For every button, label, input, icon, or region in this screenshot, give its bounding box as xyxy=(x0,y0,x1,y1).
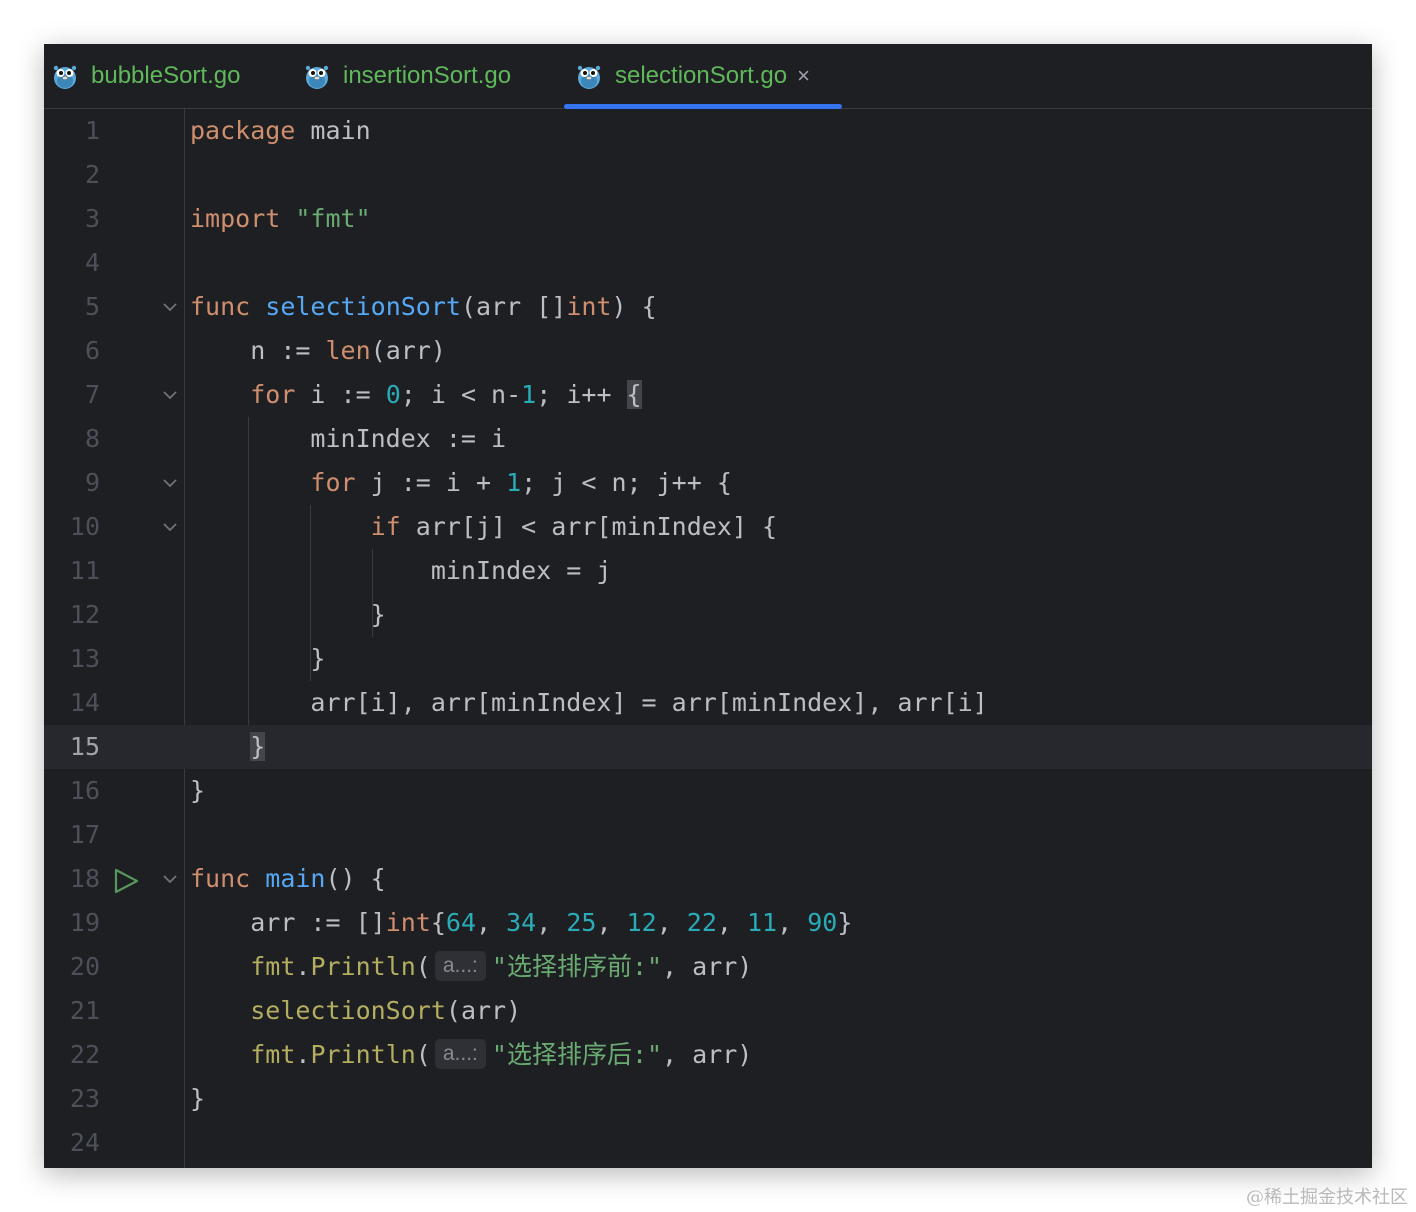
code-line: 17 xyxy=(44,813,1372,857)
line-number: 19 xyxy=(69,908,100,937)
matched-brace: } xyxy=(250,732,266,761)
code-text: for i := 0; i < n-1; i++ { xyxy=(250,380,642,409)
code-line: 22 fmt.Println(a...: "选择排序后:", arr) xyxy=(44,1033,1372,1077)
line-number: 22 xyxy=(69,1040,100,1069)
code-text: fmt.Println(a...: "选择排序后:", arr) xyxy=(250,1039,753,1069)
code-line: 9 for j := i + 1; j < n; j++ { xyxy=(44,461,1372,505)
code-line: 13 } xyxy=(44,637,1372,681)
line-number: 14 xyxy=(69,688,100,717)
matched-brace: { xyxy=(626,380,642,409)
line-number: 3 xyxy=(84,204,100,233)
code-line: 2 xyxy=(44,153,1372,197)
code-line: 18 func main() { xyxy=(44,857,1372,901)
parameter-hint: a...: xyxy=(434,951,486,981)
code-line: 24 xyxy=(44,1121,1372,1165)
code-text: } xyxy=(370,600,386,629)
code-editor[interactable]: 1 package main 2 3 import "fmt" 4 5 func… xyxy=(44,109,1372,1168)
code-line: 7 for i := 0; i < n-1; i++ { xyxy=(44,373,1372,417)
chevron-down-icon[interactable] xyxy=(162,285,178,329)
code-line: 20 fmt.Println(a...: "选择排序前:", arr) xyxy=(44,945,1372,989)
line-number: 16 xyxy=(69,776,100,805)
code-text: } xyxy=(310,644,326,673)
code-text: minIndex = j xyxy=(430,556,612,585)
tab-selectionsort[interactable]: selectionSort.go × xyxy=(576,44,810,108)
code-text: for j := i + 1; j < n; j++ { xyxy=(310,468,732,497)
line-number: 21 xyxy=(69,996,100,1025)
close-icon[interactable]: × xyxy=(797,63,810,89)
code-text: } xyxy=(190,1084,206,1113)
code-line: 16 } xyxy=(44,769,1372,813)
chevron-down-icon[interactable] xyxy=(162,461,178,505)
line-number: 13 xyxy=(69,644,100,673)
line-number: 10 xyxy=(69,512,100,541)
line-number: 9 xyxy=(84,468,100,497)
code-text: import "fmt" xyxy=(190,204,371,233)
code-line: 23 } xyxy=(44,1077,1372,1121)
code-text: func main() { xyxy=(190,864,386,893)
line-number: 5 xyxy=(84,292,100,321)
chevron-down-icon[interactable] xyxy=(162,373,178,417)
line-number: 20 xyxy=(69,952,100,981)
code-line: 12 } xyxy=(44,593,1372,637)
tab-bubblesort[interactable]: bubbleSort.go xyxy=(52,44,240,108)
line-number: 24 xyxy=(69,1128,100,1157)
line-number: 17 xyxy=(69,820,100,849)
line-number: 4 xyxy=(84,248,100,277)
code-line: 19 arr := []int{64, 34, 25, 12, 22, 11, … xyxy=(44,901,1372,945)
code-text: selectionSort(arr) xyxy=(250,996,522,1025)
line-number: 11 xyxy=(69,556,100,585)
chevron-down-icon[interactable] xyxy=(162,505,178,549)
code-text: } xyxy=(190,725,266,769)
code-text: fmt.Println(a...: "选择排序前:", arr) xyxy=(250,951,753,981)
code-line: 10 if arr[j] < arr[minIndex] { xyxy=(44,505,1372,549)
code-text: n := len(arr) xyxy=(250,336,446,365)
code-line: 4 xyxy=(44,241,1372,285)
watermark: @稀土掘金技术社区 xyxy=(1246,1187,1408,1208)
line-number: 23 xyxy=(69,1084,100,1113)
line-number: 1 xyxy=(84,116,100,145)
ide-window: bubbleSort.go insertionSort.go selection… xyxy=(44,44,1372,1168)
gopher-icon xyxy=(52,62,78,90)
line-number: 18 xyxy=(69,864,100,893)
tab-label: bubbleSort.go xyxy=(91,62,241,89)
line-number: 8 xyxy=(84,424,100,453)
code-line: 14 arr[i], arr[minIndex] = arr[minIndex]… xyxy=(44,681,1372,725)
code-text: package main xyxy=(190,116,371,145)
line-number: 7 xyxy=(84,380,100,409)
code-text: arr := []int{64, 34, 25, 12, 22, 11, 90} xyxy=(250,908,853,937)
code-text: arr[i], arr[minIndex] = arr[minIndex], a… xyxy=(310,688,988,717)
parameter-hint: a...: xyxy=(434,1039,486,1069)
gopher-icon xyxy=(576,62,602,90)
code-text: minIndex := i xyxy=(310,424,507,453)
line-number: 6 xyxy=(84,336,100,365)
line-number: 2 xyxy=(84,160,100,189)
code-line: 6 n := len(arr) xyxy=(44,329,1372,373)
line-number: 15 xyxy=(69,732,100,761)
tab-insertionsort[interactable]: insertionSort.go xyxy=(304,44,511,108)
code-line: 5 func selectionSort(arr []int) { xyxy=(44,285,1372,329)
code-line: 3 import "fmt" xyxy=(44,197,1372,241)
code-line: 1 package main xyxy=(44,109,1372,153)
editor-tab-bar: bubbleSort.go insertionSort.go selection… xyxy=(44,44,1372,109)
line-number: 12 xyxy=(69,600,100,629)
code-text: } xyxy=(190,776,206,805)
chevron-down-icon[interactable] xyxy=(162,857,178,901)
tab-label: selectionSort.go xyxy=(615,62,788,89)
code-line: 21 selectionSort(arr) xyxy=(44,989,1372,1033)
gopher-icon xyxy=(304,62,330,90)
run-icon[interactable] xyxy=(112,865,140,894)
code-line-current: 15 } xyxy=(44,725,1372,769)
code-text: func selectionSort(arr []int) { xyxy=(190,292,657,321)
code-line: 8 minIndex := i xyxy=(44,417,1372,461)
code-line: 11 minIndex = j xyxy=(44,549,1372,593)
tab-label: insertionSort.go xyxy=(343,62,512,89)
code-text: if arr[j] < arr[minIndex] { xyxy=(370,512,778,541)
